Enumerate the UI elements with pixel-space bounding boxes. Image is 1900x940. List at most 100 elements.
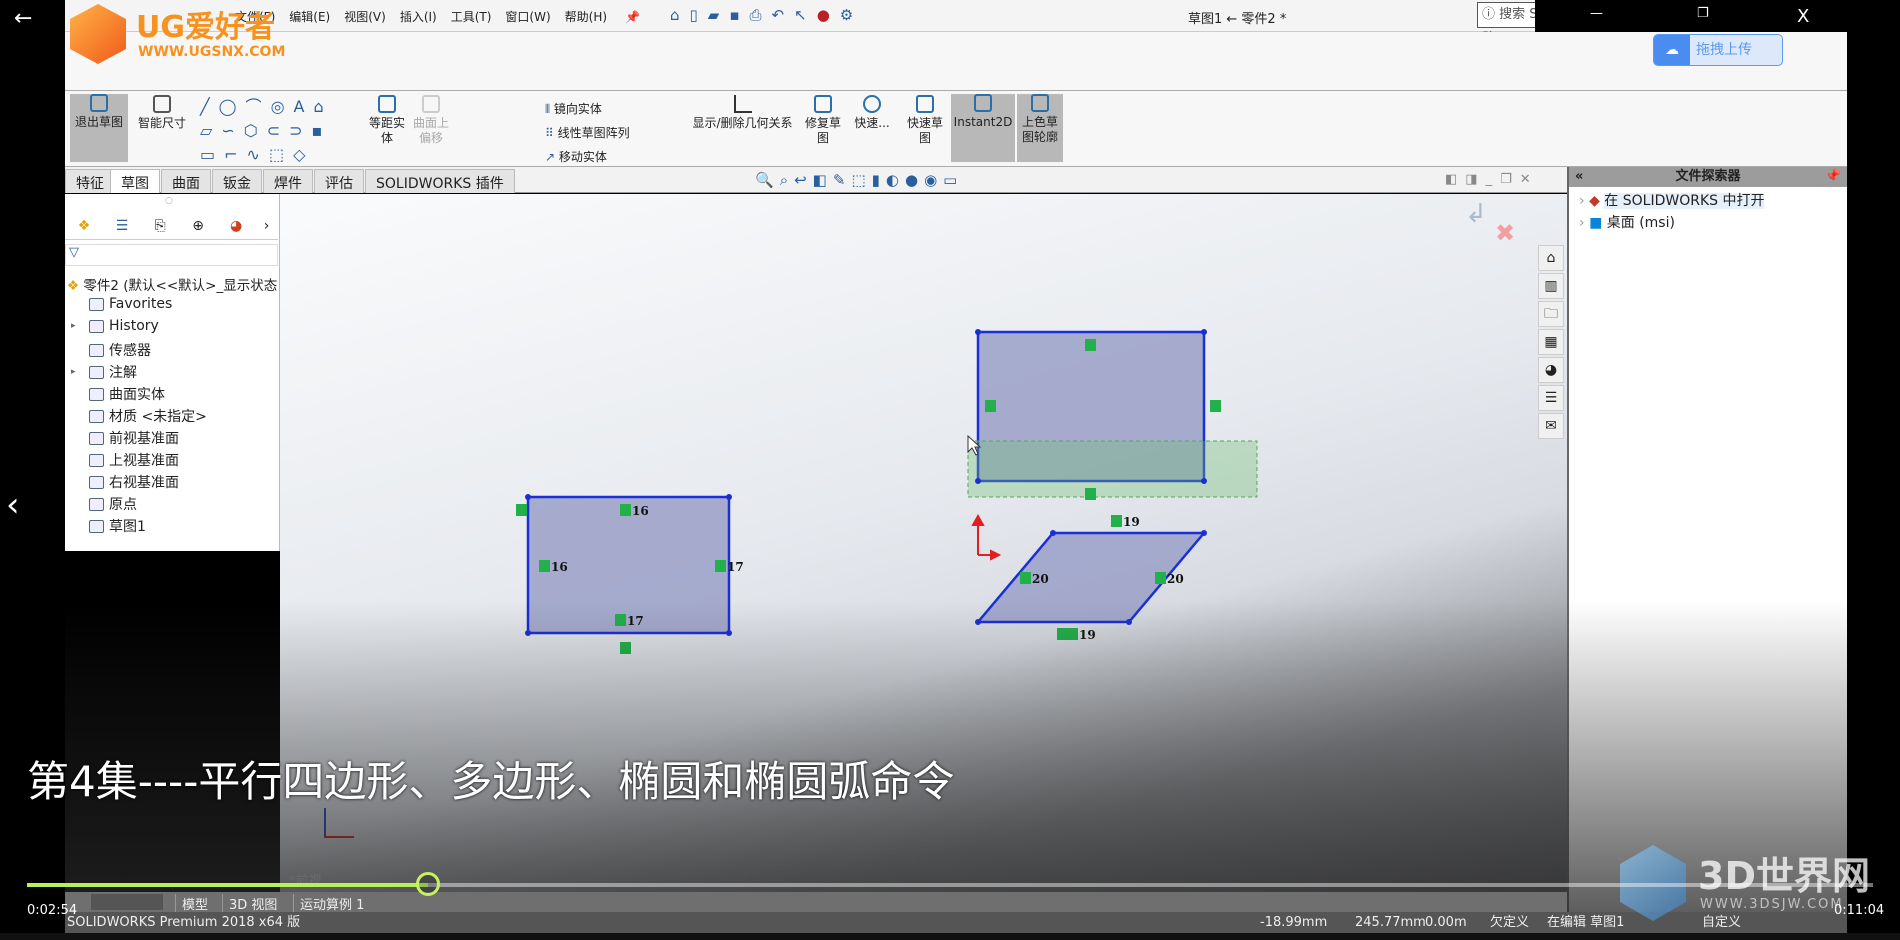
tree-item-surface-bodies[interactable]: 曲面实体: [89, 384, 165, 404]
tab-motion-study[interactable]: 运动算例 1: [293, 894, 370, 913]
relation-marker-icon[interactable]: [1057, 628, 1068, 640]
tree-item-origin[interactable]: 原点: [89, 494, 137, 514]
collapse-button[interactable]: «: [1575, 167, 1583, 187]
solidworks-icon: ◆: [1589, 193, 1600, 209]
coord-x: -18.99mm: [1260, 915, 1328, 930]
video-progress-handle[interactable]: [415, 872, 440, 896]
propertymanager-tab-icon[interactable]: ☰: [103, 218, 141, 239]
view-palette-icon[interactable]: ▦: [1538, 329, 1564, 355]
desktop-icon: ■: [1589, 215, 1603, 231]
sketch-point[interactable]: [525, 630, 531, 636]
tree-root[interactable]: ❖ 零件2 (默认<<默认>_显示状态: [67, 274, 277, 294]
tab-model[interactable]: 模型: [175, 894, 214, 913]
sketch-point[interactable]: [525, 494, 531, 500]
relation-marker-icon[interactable]: [1210, 400, 1221, 412]
custom-properties-icon[interactable]: ☰: [1538, 385, 1564, 411]
tree-item-front-plane[interactable]: 前视基准面: [89, 428, 179, 448]
tree-item-top-plane[interactable]: 上视基准面: [89, 450, 179, 470]
displaymanager-tab-icon[interactable]: ◕: [217, 218, 255, 239]
explorer-item-open-in-sw[interactable]: › ◆ 在 SOLIDWORKS 中打开: [1579, 190, 1765, 210]
sketch-point[interactable]: [975, 478, 981, 484]
3d-content-icon[interactable]: ▥: [1538, 273, 1564, 299]
relation-label: 19: [1079, 628, 1096, 642]
sketch-point[interactable]: [975, 619, 981, 625]
sensors-icon: [89, 343, 104, 357]
coord-z: 0.00m: [1425, 915, 1467, 930]
part-icon: ❖: [67, 278, 80, 294]
dimxpert-tab-icon[interactable]: ⊕: [179, 218, 217, 239]
featuremanager-tab-icon[interactable]: ❖: [65, 218, 103, 239]
total-time: 0:11:04: [1834, 903, 1885, 918]
tab-3d-views[interactable]: 3D 视图: [222, 894, 283, 913]
tree-item-sketch1[interactable]: 草图1: [89, 516, 146, 536]
home-icon[interactable]: ⌂: [1538, 245, 1564, 271]
top-plane-icon: [89, 453, 104, 467]
sketch-point[interactable]: [726, 494, 732, 500]
relation-marker-icon[interactable]: [1085, 339, 1096, 351]
relation-marker-icon[interactable]: [620, 642, 631, 654]
filter-input[interactable]: ▽: [65, 244, 278, 266]
tab-scroll-arrows[interactable]: [91, 894, 163, 910]
task-pane-header: « 文件探索器 📌: [1569, 167, 1847, 187]
video-progress-fill: [27, 883, 428, 887]
relation-marker-icon[interactable]: [615, 614, 626, 626]
tree-item-label: 草图1: [109, 519, 146, 535]
tree-item-label: 曲面实体: [109, 387, 165, 403]
expand-icon[interactable]: ▸: [71, 321, 76, 331]
expand-icon[interactable]: ▸: [71, 367, 76, 377]
forum-icon[interactable]: ✉: [1538, 413, 1564, 439]
editing-status: 在编辑 草图1: [1547, 915, 1625, 930]
history-icon: [89, 319, 104, 333]
pin-icon[interactable]: 📌: [1825, 167, 1841, 187]
tree-item-material[interactable]: 材质 <未指定>: [89, 406, 207, 426]
sketch-point[interactable]: [1126, 619, 1132, 625]
relation-marker-icon[interactable]: [985, 400, 996, 412]
sketch-status: 欠定义: [1490, 915, 1530, 930]
tree-item-sensors[interactable]: 传感器: [89, 340, 151, 360]
product-name: SOLIDWORKS Premium 2018 x64 版: [67, 915, 301, 930]
sketch-point[interactable]: [726, 630, 732, 636]
tree-item-label: Favorites: [109, 296, 173, 312]
sketch1-icon: [89, 519, 104, 533]
file-explorer-icon[interactable]: 🗀: [1538, 301, 1564, 327]
relation-marker-icon[interactable]: [1111, 515, 1122, 527]
relation-marker-icon[interactable]: [715, 560, 726, 572]
tree-item-label: 注解: [109, 365, 137, 381]
sketch-point[interactable]: [1201, 478, 1207, 484]
model-tabs: 模型 3D 视图 运动算例 1: [65, 892, 1567, 913]
configurationmanager-tab-icon[interactable]: ⎘: [141, 218, 179, 239]
relation-marker-icon[interactable]: [1155, 572, 1166, 584]
sketch-point[interactable]: [1201, 530, 1207, 536]
tree-item-history[interactable]: ▸ History: [71, 318, 159, 334]
relation-marker-icon[interactable]: [1067, 628, 1078, 640]
relation-marker-icon[interactable]: [620, 504, 631, 516]
sketch-point[interactable]: [1201, 329, 1207, 335]
selection-box: [967, 440, 1258, 498]
sketch-point[interactable]: [975, 329, 981, 335]
origin-icon: [971, 513, 1002, 561]
tree-item-label: History: [109, 318, 159, 334]
material-icon: [89, 409, 104, 423]
video-subtitle: 第4集----平行四边形、多边形、椭圆和椭圆弧命令: [27, 757, 955, 806]
tree-item-label: 原点: [109, 497, 137, 513]
more-tabs-icon[interactable]: ›: [255, 218, 278, 239]
tree-item-label: 右视基准面: [109, 475, 179, 491]
tree-item-favorites[interactable]: Favorites: [89, 296, 172, 312]
relation-marker-icon[interactable]: [539, 560, 550, 572]
relation-label: 16: [551, 560, 568, 574]
appearances-icon[interactable]: ◕: [1538, 357, 1564, 383]
feature-manager: ○ ❖ ☰ ⎘ ⊕ ◕ › ▽ ❖ 零件2 (默认<<默认>_显示状态 Favo…: [65, 194, 280, 551]
tree-item-right-plane[interactable]: 右视基准面: [89, 472, 179, 492]
relation-marker-icon[interactable]: [516, 504, 527, 516]
panel-splitter[interactable]: ○: [165, 196, 173, 206]
explorer-item-desktop[interactable]: › ■ 桌面 (msi): [1579, 212, 1675, 232]
tree-item-annotations[interactable]: ▸ 注解: [71, 362, 137, 382]
relation-label: 17: [727, 560, 744, 574]
right-plane-icon: [89, 475, 104, 489]
surface-bodies-icon: [89, 387, 104, 401]
sketch-point[interactable]: [1050, 530, 1056, 536]
relation-marker-icon[interactable]: [1020, 572, 1031, 584]
relation-marker-icon[interactable]: [1085, 488, 1096, 500]
tree-item-label: 前视基准面: [109, 431, 179, 447]
relation-label: 20: [1167, 572, 1184, 586]
